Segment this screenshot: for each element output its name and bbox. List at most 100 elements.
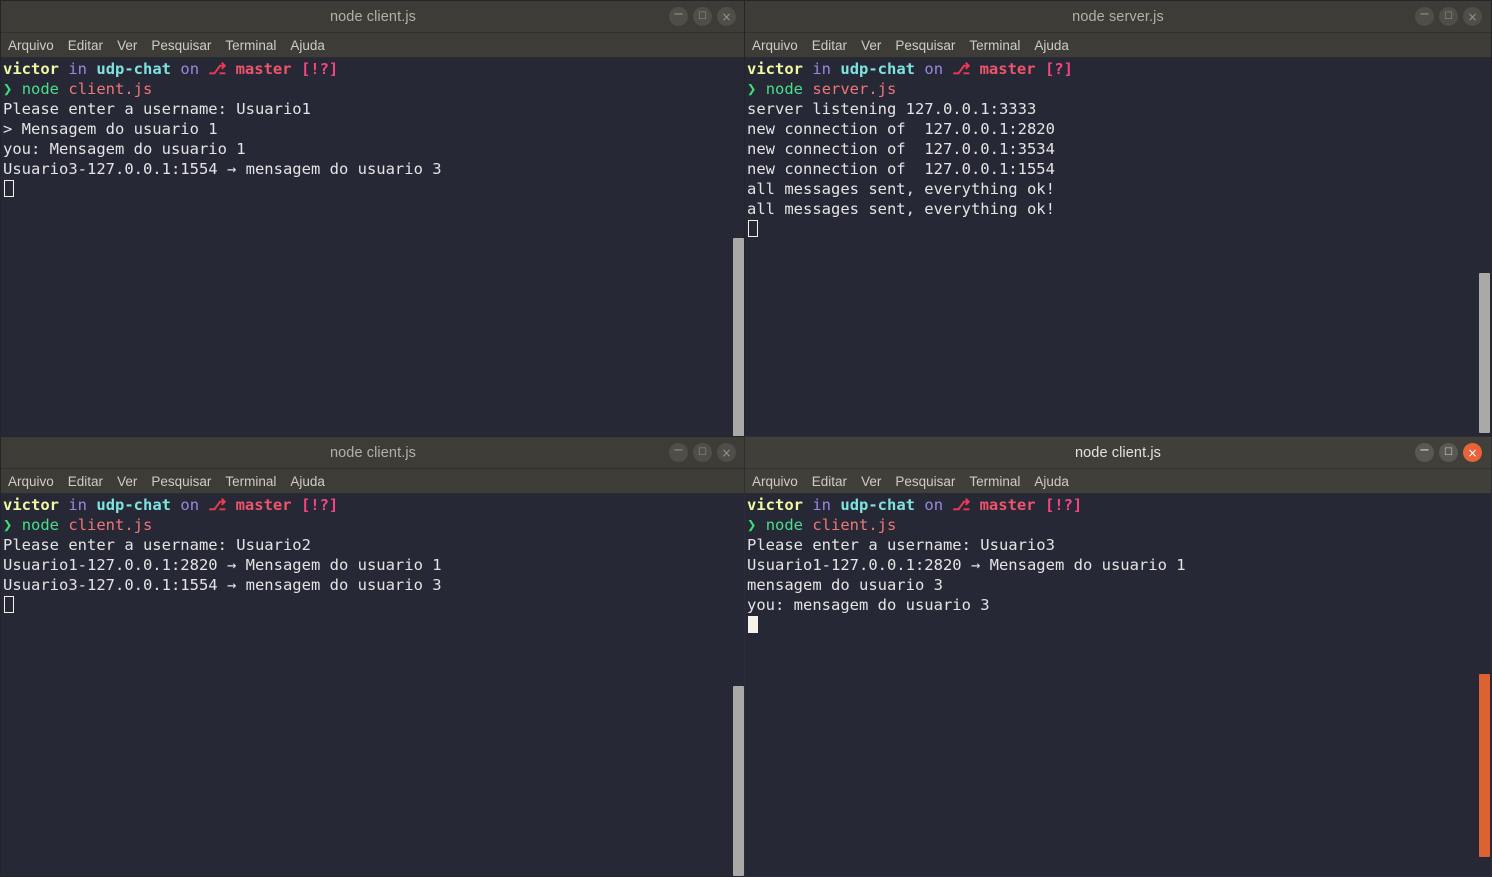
prompt-space2 — [831, 60, 840, 78]
terminal-scrollbar[interactable] — [733, 238, 744, 436]
terminal-body-server[interactable]: victor in udp-chat on ⎇ master [?] ❯ node… — [745, 58, 1491, 436]
terminal-output-line: all messages sent, everything ok! — [747, 180, 1055, 198]
close-button[interactable]: × — [1463, 7, 1482, 26]
menubar-client2: Arquivo Editar Ver Pesquisar Terminal Ajuda — [1, 469, 745, 494]
command-name: node — [21, 516, 60, 534]
terminal-output-line: server listening 127.0.0.1:3333 — [747, 100, 1037, 118]
menu-arquivo[interactable]: Arquivo — [752, 38, 798, 53]
window-controls: − ☐ × — [669, 437, 736, 468]
cursor-line — [746, 615, 1491, 635]
cmd-space2 — [59, 80, 68, 98]
menubar-client3: Arquivo Editar Ver Pesquisar Terminal Ajuda — [745, 469, 1491, 494]
menu-arquivo[interactable]: Arquivo — [8, 38, 54, 53]
prompt-in: in — [812, 496, 832, 514]
command-name: node — [765, 516, 804, 534]
close-button[interactable]: × — [717, 443, 736, 462]
minimize-button[interactable]: − — [669, 443, 688, 462]
prompt-space5 — [226, 496, 235, 514]
titlebar-client1[interactable]: node client.js − ☐ × — [1, 1, 745, 33]
titlebar-server[interactable]: node server.js − ☐ × — [745, 1, 1491, 33]
prompt-arrow-icon: ❯ — [747, 516, 757, 534]
prompt-space4 — [199, 496, 208, 514]
prompt-space6 — [292, 60, 301, 78]
menu-editar[interactable]: Editar — [812, 38, 847, 53]
titlebar-client3[interactable]: node client.js − ☐ × — [745, 437, 1491, 469]
menu-terminal[interactable]: Terminal — [969, 38, 1020, 53]
menu-editar[interactable]: Editar — [68, 474, 103, 489]
terminal-body-client1[interactable]: victor in udp-chat on ⎇ master [!?] ❯ nod… — [1, 58, 745, 436]
prompt-space5 — [226, 60, 235, 78]
menu-editar[interactable]: Editar — [68, 38, 103, 53]
cmd-space2 — [803, 80, 812, 98]
maximize-button[interactable]: ☐ — [693, 7, 712, 26]
window-title: node client.js — [1074, 444, 1162, 461]
minimize-button[interactable]: − — [669, 7, 688, 26]
terminal-scrollbar[interactable] — [1479, 674, 1490, 857]
menu-pesquisar[interactable]: Pesquisar — [895, 38, 955, 53]
cmd-space2 — [59, 516, 68, 534]
menu-pesquisar[interactable]: Pesquisar — [895, 474, 955, 489]
menu-pesquisar[interactable]: Pesquisar — [151, 474, 211, 489]
menu-editar[interactable]: Editar — [812, 474, 847, 489]
menu-terminal[interactable]: Terminal — [225, 474, 276, 489]
terminal-body-client3[interactable]: victor in udp-chat on ⎇ master [!?] ❯ nod… — [745, 494, 1491, 876]
titlebar-client2[interactable]: node client.js − ☐ × — [1, 437, 745, 469]
menu-arquivo[interactable]: Arquivo — [752, 474, 798, 489]
prompt-user: victor — [3, 60, 59, 78]
prompt-line: victor in udp-chat on ⎇ master [!?] — [2, 495, 745, 515]
prompt-line: victor in udp-chat on ⎇ master [!?] — [2, 59, 745, 79]
prompt-arrow-icon: ❯ — [747, 80, 757, 98]
cmd-space1 — [12, 80, 21, 98]
terminal-scrollbar[interactable] — [733, 686, 744, 876]
prompt-user: victor — [747, 496, 803, 514]
minimize-button[interactable]: − — [1415, 443, 1434, 462]
prompt-in: in — [68, 60, 88, 78]
window-controls: − ☐ × — [669, 1, 736, 32]
prompt-space5 — [970, 60, 979, 78]
close-button[interactable]: × — [717, 7, 736, 26]
prompt-space3 — [915, 60, 924, 78]
prompt-branch: master — [235, 60, 292, 78]
menu-terminal[interactable]: Terminal — [225, 38, 276, 53]
cursor-line — [746, 219, 1491, 239]
prompt-space4 — [199, 60, 208, 78]
close-button[interactable]: × — [1463, 443, 1482, 462]
prompt-repo: udp-chat — [840, 496, 916, 514]
prompt-space1 — [59, 60, 68, 78]
command-name: node — [765, 80, 804, 98]
text-cursor — [4, 180, 14, 197]
menu-ajuda[interactable]: Ajuda — [1034, 38, 1069, 53]
menu-ver[interactable]: Ver — [117, 474, 137, 489]
terminal-body-client2[interactable]: victor in udp-chat on ⎇ master [!?] ❯ nod… — [1, 494, 745, 876]
menu-ver[interactable]: Ver — [861, 38, 881, 53]
prompt-space2 — [87, 496, 96, 514]
prompt-in: in — [812, 60, 832, 78]
prompt-line: victor in udp-chat on ⎇ master [?] — [746, 59, 1491, 79]
cmd-space1 — [12, 516, 21, 534]
terminal-output-line: > Mensagem do usuario 1 — [3, 120, 218, 138]
menu-ajuda[interactable]: Ajuda — [290, 474, 325, 489]
text-cursor — [748, 616, 758, 633]
terminal-output-line: Please enter a username: Usuario3 — [747, 536, 1055, 554]
command-file: server.js — [812, 80, 897, 98]
maximize-button[interactable]: ☐ — [1439, 7, 1458, 26]
terminal-window-server: node server.js − ☐ × Arquivo Editar Ver Pesquis… — [744, 0, 1492, 437]
prompt-space4 — [943, 496, 952, 514]
window-controls: − ☐ × — [1415, 437, 1482, 468]
maximize-button[interactable]: ☐ — [1439, 443, 1458, 462]
menu-terminal[interactable]: Terminal — [969, 474, 1020, 489]
menu-pesquisar[interactable]: Pesquisar — [151, 38, 211, 53]
prompt-git-flags: [?] — [1044, 60, 1073, 78]
terminal-window-client2: node client.js − ☐ × Arquivo Editar Ver Pesquis… — [0, 436, 746, 877]
menu-ajuda[interactable]: Ajuda — [1034, 474, 1069, 489]
menu-arquivo[interactable]: Arquivo — [8, 474, 54, 489]
menu-ajuda[interactable]: Ajuda — [290, 38, 325, 53]
menu-ver[interactable]: Ver — [117, 38, 137, 53]
menu-ver[interactable]: Ver — [861, 474, 881, 489]
maximize-button[interactable]: ☐ — [693, 443, 712, 462]
command-file: client.js — [812, 516, 897, 534]
terminal-scrollbar[interactable] — [1479, 273, 1490, 433]
command-line: ❯ node client.js — [2, 515, 745, 535]
cmd-space1 — [756, 516, 765, 534]
minimize-button[interactable]: − — [1415, 7, 1434, 26]
